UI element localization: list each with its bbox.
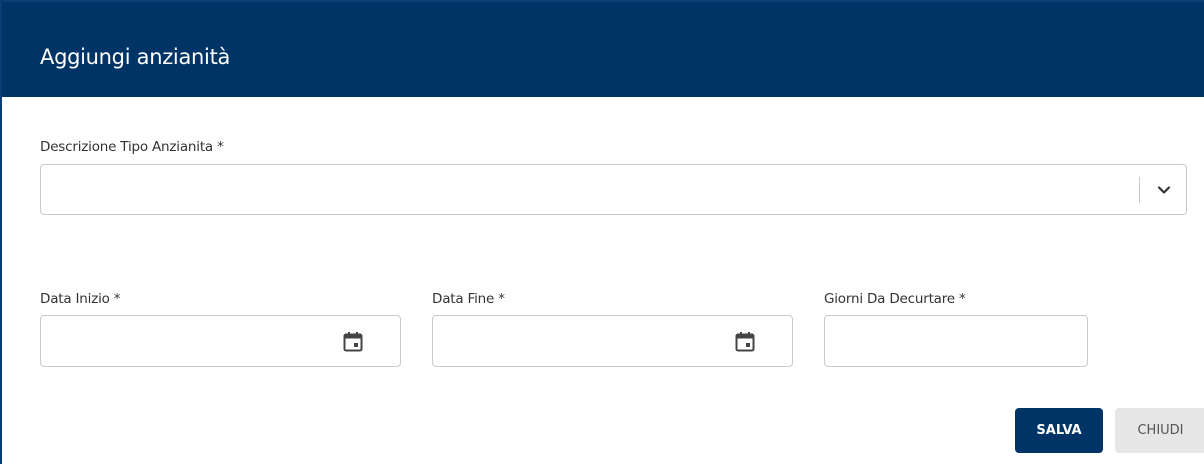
data-fine-label: Data Fine * (432, 291, 505, 307)
dialog-header: Aggiungi anzianità (2, 2, 1204, 97)
data-inizio-input[interactable] (40, 315, 401, 367)
calendar-icon[interactable] (342, 331, 364, 353)
close-button[interactable]: CHIUDI (1115, 408, 1204, 453)
dialog-title: Aggiungi anzianità (40, 45, 231, 69)
save-button[interactable]: SALVA (1015, 408, 1103, 453)
select-separator (1139, 177, 1140, 203)
data-inizio-label: Data Inizio * (40, 291, 121, 307)
data-fine-input[interactable] (432, 315, 793, 367)
calendar-icon[interactable] (734, 331, 756, 353)
tipo-anzianita-select[interactable] (40, 164, 1187, 215)
chevron-down-icon[interactable] (1156, 182, 1172, 198)
giorni-da-decurtare-input[interactable] (824, 315, 1088, 367)
tipo-anzianita-label: Descrizione Tipo Anzianita * (40, 139, 224, 155)
giorni-da-decurtare-label: Giorni Da Decurtare * (824, 291, 966, 307)
add-seniority-dialog: Aggiungi anzianità Descrizione Tipo Anzi… (0, 0, 1204, 464)
